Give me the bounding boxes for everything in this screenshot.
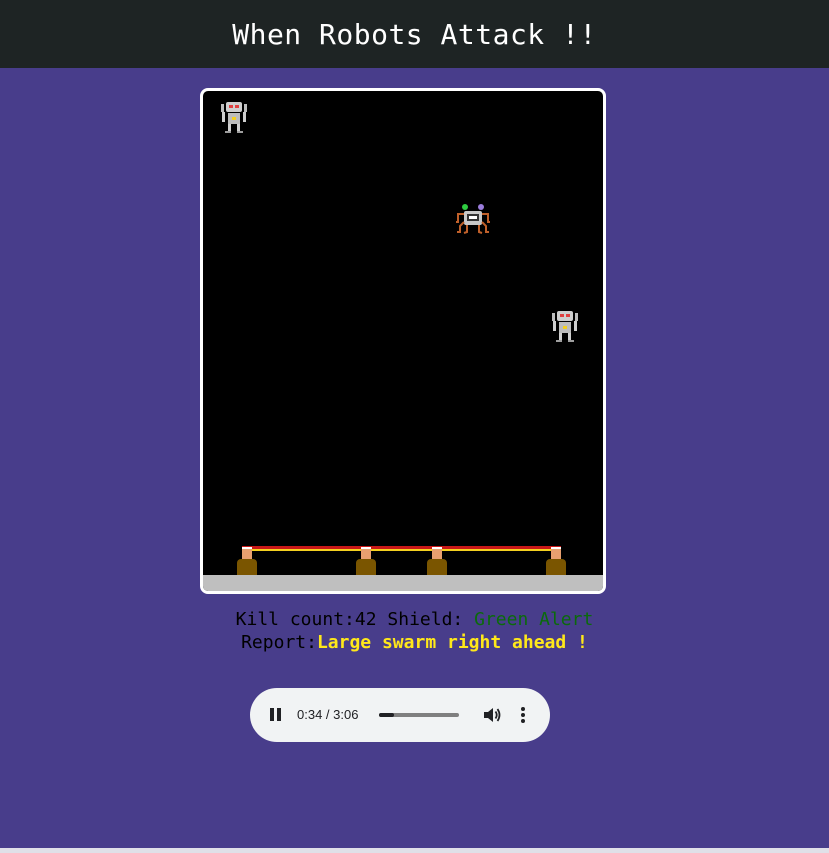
bottom-edge <box>0 848 829 853</box>
stats-line-2: Report:Large swarm right ahead ! <box>0 631 829 654</box>
turret-1[interactable] <box>237 547 257 577</box>
audio-time: 0:34 / 3:06 <box>297 707 359 722</box>
stats-panel: Kill count:42 Shield: Green Alert Report… <box>0 608 829 654</box>
shield-beam <box>242 546 561 551</box>
pause-button[interactable] <box>270 708 282 722</box>
header-bar: When Robots Attack !! <box>0 0 829 68</box>
stats-line-1: Kill count:42 Shield: Green Alert <box>0 608 829 631</box>
robot-icon <box>221 102 247 133</box>
more-options-icon[interactable] <box>518 706 528 724</box>
report-text: Large swarm right ahead ! <box>316 632 588 653</box>
kill-count-value: 42 <box>354 609 377 630</box>
shield-label: Shield: <box>376 609 475 630</box>
turret-2[interactable] <box>356 547 376 577</box>
kill-count-label: Kill count: <box>235 609 355 630</box>
volume-icon[interactable] <box>482 706 502 724</box>
ground-strip <box>203 575 603 591</box>
robot-icon <box>552 311 578 342</box>
game-canvas[interactable] <box>200 88 606 594</box>
audio-player[interactable]: 0:34 / 3:06 <box>250 688 550 742</box>
audio-progress-bar[interactable] <box>379 713 459 717</box>
report-label: Report: <box>241 632 317 653</box>
shield-status: Green Alert <box>474 609 594 630</box>
spider-robot-icon <box>456 204 490 234</box>
audio-progress-fill <box>379 713 394 717</box>
page-title: When Robots Attack !! <box>232 17 597 51</box>
turret-3[interactable] <box>427 547 447 577</box>
turret-4[interactable] <box>546 547 566 577</box>
